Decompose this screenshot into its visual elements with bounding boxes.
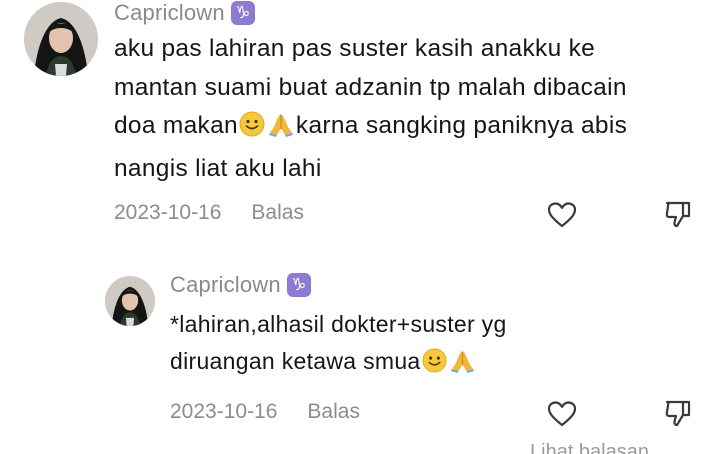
folded-hands-emoji-icon [449,347,476,384]
comment-line: mantan suami buat adzanin tp malah dibac… [114,73,627,101]
like-button[interactable] [545,198,579,232]
comment-meta: 2023-10-16 Balas [114,201,304,225]
avatar[interactable] [105,276,155,326]
reply-button[interactable]: Balas [307,400,360,424]
thumbs-down-outline-icon [665,400,691,427]
dislike-button[interactable] [661,396,695,430]
comment-line: nangis liat aku lahi [114,154,322,182]
comment-username[interactable]: Capriclown ♑ [114,0,255,26]
reply-meta: 2023-10-16 Balas [170,400,360,424]
comment-line: *lahiran,alhasil dokter+suster yg [170,311,507,337]
avatar-image [105,276,155,326]
comment-thread: Capriclown ♑ aku pas lahiran pas suster … [0,0,720,454]
comment-line: doa makan karna sangking paniknya abis [114,107,627,150]
username-text: Capriclown [170,272,281,297]
heart-outline-icon [547,202,577,228]
comment-line-text: karna sangking paniknya abis [295,112,628,139]
dislike-button[interactable] [661,197,695,231]
comment-line: aku pas lahiran pas suster kasih anakku … [114,35,596,62]
avatar-image [24,2,98,76]
smiling-face-emoji-icon [421,347,447,384]
comment-line: diruangan ketawa smua [170,343,507,384]
comment-body: aku pas lahiran pas suster kasih anakku … [114,30,627,188]
smiling-face-emoji-icon [239,111,265,150]
capricorn-icon: ♑ [286,273,311,297]
comment-date: 2023-10-16 [170,400,278,423]
comment-line-text: diruangan ketawa smua [170,348,421,374]
capricorn-icon: ♑ [230,1,255,25]
heart-outline-icon [547,401,577,427]
like-button[interactable] [545,397,579,431]
comment-line-text: doa makan [114,112,238,139]
comment-date: 2023-10-16 [114,201,222,224]
reply-body: *lahiran,alhasil dokter+suster yg diruan… [170,306,507,384]
reply-username[interactable]: Capriclown ♑ [170,272,311,298]
username-text: Capriclown [114,0,225,25]
folded-hands-emoji-icon [267,111,295,150]
thumbs-down-outline-icon [665,201,691,228]
view-more-replies-link[interactable]: Lihat balasan [530,441,649,454]
avatar[interactable] [24,2,98,76]
reply-button[interactable]: Balas [251,201,304,225]
